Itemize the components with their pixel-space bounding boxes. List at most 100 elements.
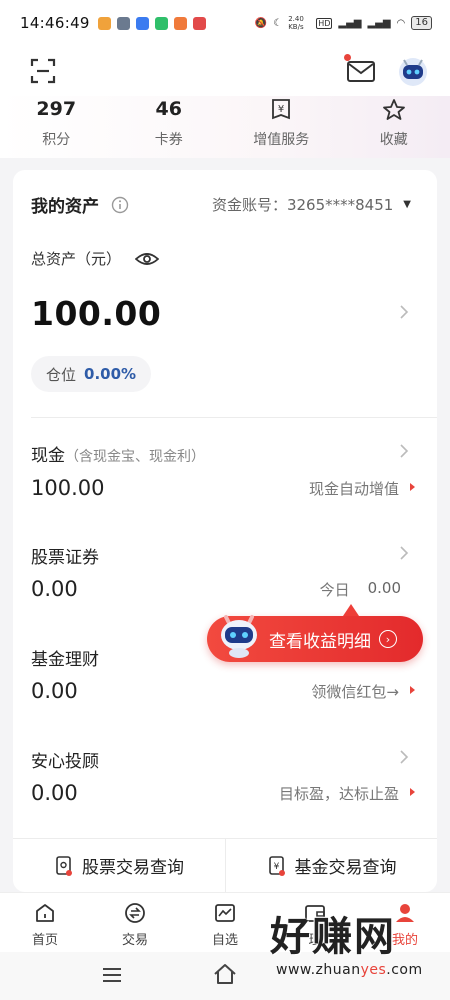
promo-notch [343, 604, 359, 616]
stat-label: 卡券 [154, 132, 183, 148]
fund-promo-link[interactable]: 领微信红包→ [311, 681, 399, 702]
watermark-title: 好赚网 [270, 914, 396, 960]
chart-icon [215, 904, 235, 922]
assets-title: 我的资产 [31, 197, 99, 217]
advisor-title[interactable]: 安心投顾 [31, 747, 99, 772]
fund-title[interactable]: 基金理财 [31, 645, 99, 670]
svg-text:¥: ¥ [273, 862, 279, 872]
app-notif-icon [154, 16, 168, 30]
stock-title[interactable]: 股票证券 [31, 543, 99, 568]
stock-query-button[interactable]: 股票交易查询 [13, 839, 225, 892]
red-triangle-icon [410, 483, 415, 491]
chevron-right-icon[interactable] [399, 545, 409, 561]
position-label: 仓位 [46, 365, 77, 384]
app-notif-icon [135, 16, 149, 30]
app-notif-icon [192, 16, 206, 30]
tab-label: 首页 [31, 933, 58, 948]
stat-points[interactable]: 297 积分 [0, 96, 113, 158]
assets-card: 我的资产 资金账号：3265****8451 ▼ 总资产（元） 100.00 仓… [13, 170, 437, 892]
total-assets-value: 100.00 [31, 294, 162, 333]
position-pill: 仓位 0.00% [31, 356, 152, 392]
view-earnings-label: 查看收益明细 [269, 631, 371, 652]
wifi-icon: ◠ [396, 17, 406, 29]
mail-icon [347, 61, 375, 82]
eye-icon[interactable] [135, 251, 160, 267]
stock-today: 今日 0.00 [320, 579, 401, 600]
chevron-right-icon[interactable] [399, 443, 409, 459]
assistant-robot-icon[interactable] [396, 54, 430, 88]
chevron-right-icon[interactable] [399, 304, 409, 320]
signal-icon-2: ▂▄▆ [367, 17, 391, 29]
cash-promo-link[interactable]: 现金自动增值 [309, 478, 399, 499]
stat-favorites[interactable]: 收藏 [338, 96, 450, 158]
nav-home-icon[interactable] [212, 962, 238, 986]
stock-query-label: 股票交易查询 [82, 858, 184, 878]
watermark-url: www.zhuanyes.com [276, 962, 445, 978]
fund-query-label: 基金交易查询 [294, 858, 397, 878]
top-bar [0, 46, 450, 96]
stat-label: 增值服务 [253, 132, 310, 148]
robot-mascot-icon [221, 615, 257, 658]
watermark-url-highlight: yes [360, 962, 387, 978]
tab-label: 自选 [211, 933, 238, 948]
tab-label: 交易 [121, 933, 148, 948]
status-time: 14:46:49 [20, 14, 90, 32]
moon-icon: ☾ [273, 17, 283, 29]
home-icon [36, 904, 54, 922]
stock-query-icon [56, 855, 72, 876]
star-icon [382, 99, 405, 120]
stat-label: 积分 [42, 132, 71, 148]
cash-title[interactable]: 现金（含现金宝、现金利） [31, 441, 205, 466]
cash-value: 100.00 [31, 476, 105, 500]
advisor-promo-link[interactable]: 目标盈，达标止盈 [279, 783, 399, 804]
stats-strip: 297 积分 46 卡券 ¥ 增值服务 收藏 [0, 96, 450, 158]
fund-query-icon: ¥ [268, 855, 285, 876]
battery-icon: 16 [411, 16, 432, 30]
notification-icons [97, 16, 206, 30]
tab-home[interactable]: 首页 [0, 893, 90, 952]
watermark-url-post: .com [386, 962, 423, 978]
app-notif-icon [97, 16, 111, 30]
tab-trade[interactable]: 交易 [90, 893, 180, 952]
red-triangle-icon [410, 788, 415, 796]
unread-dot [344, 54, 351, 61]
cash-title-text: 现金 [31, 446, 65, 466]
hd-icon: HD [316, 17, 333, 29]
watermark: 好赚网 www.zhuanyes.com [270, 904, 445, 996]
app-notif-icon [173, 16, 187, 30]
advisor-value: 0.00 [31, 781, 78, 805]
total-assets-label: 总资产（元） [31, 250, 122, 268]
tab-watchlist[interactable]: 自选 [180, 893, 270, 952]
watermark-url-pre: www.zhuan [276, 962, 361, 978]
message-button[interactable] [344, 54, 376, 83]
scan-icon[interactable] [30, 58, 56, 84]
stat-value: 46 [155, 98, 182, 120]
position-value: 0.00% [84, 365, 137, 383]
svg-text:¥: ¥ [278, 104, 284, 115]
fund-query-button[interactable]: ¥ 基金交易查询 [225, 839, 437, 892]
info-icon[interactable] [111, 196, 129, 214]
status-right: 🔕 ☾ 2.40 KB/s HD ▂▄▆ ▂▄▆ ◠ 16 [255, 15, 432, 31]
account-selector[interactable]: 资金账号：3265****8451 ▼ [212, 194, 411, 215]
signal-icon: ▂▄▆ [338, 17, 362, 29]
stat-coupons[interactable]: 46 卡券 [113, 96, 226, 158]
cash-subtitle: （含现金宝、现金利） [65, 449, 205, 465]
status-bar: 14:46:49 🔕 ☾ 2.40 KB/s HD ▂▄▆ ▂▄▆ ◠ 16 [0, 0, 450, 46]
dropdown-icon: ▼ [403, 199, 411, 210]
stat-value: 297 [36, 98, 77, 120]
stat-value-added[interactable]: ¥ 增值服务 [225, 96, 338, 158]
chevron-right-icon[interactable] [399, 749, 409, 765]
today-value: 0.00 [367, 579, 401, 597]
trade-icon [125, 903, 145, 923]
yen-bag-icon: ¥ [272, 99, 291, 120]
mute-icon: 🔕 [254, 17, 268, 29]
app-notif-icon [116, 16, 130, 30]
query-row: 股票交易查询 ¥ 基金交易查询 [13, 838, 437, 892]
net-speed: 2.40 KB/s [288, 15, 304, 31]
stock-value: 0.00 [31, 577, 78, 601]
arrow-circle-icon: › [379, 630, 397, 648]
assets-header: 我的资产 资金账号：3265****8451 ▼ [31, 192, 411, 217]
stat-label: 收藏 [379, 132, 408, 148]
menu-icon[interactable] [102, 966, 122, 984]
account-number: 资金账号：3265****8451 [211, 196, 394, 214]
